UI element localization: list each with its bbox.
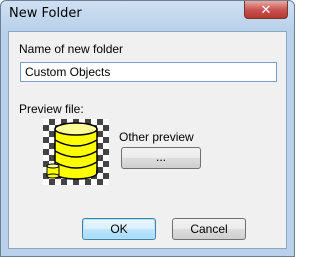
dialog-title: New Folder xyxy=(9,6,82,21)
preview-file-label: Preview file: xyxy=(19,102,84,116)
folder-name-label: Name of new folder xyxy=(19,42,124,56)
close-button[interactable]: ✕ xyxy=(244,1,288,19)
folder-name-input[interactable] xyxy=(20,62,277,82)
ok-button[interactable]: OK xyxy=(82,218,156,240)
close-icon: ✕ xyxy=(260,1,272,17)
other-preview-label: Other preview xyxy=(119,130,194,144)
browse-preview-button[interactable]: ... xyxy=(121,147,201,169)
title-bar[interactable]: New Folder ✕ xyxy=(1,1,294,31)
new-folder-dialog: New Folder ✕ Name of new folder Preview … xyxy=(0,0,295,257)
preview-image xyxy=(43,119,109,185)
database-icon xyxy=(46,122,98,180)
cancel-button[interactable]: Cancel xyxy=(172,218,246,240)
dialog-content: Name of new folder Preview file: Other p… xyxy=(8,31,287,249)
